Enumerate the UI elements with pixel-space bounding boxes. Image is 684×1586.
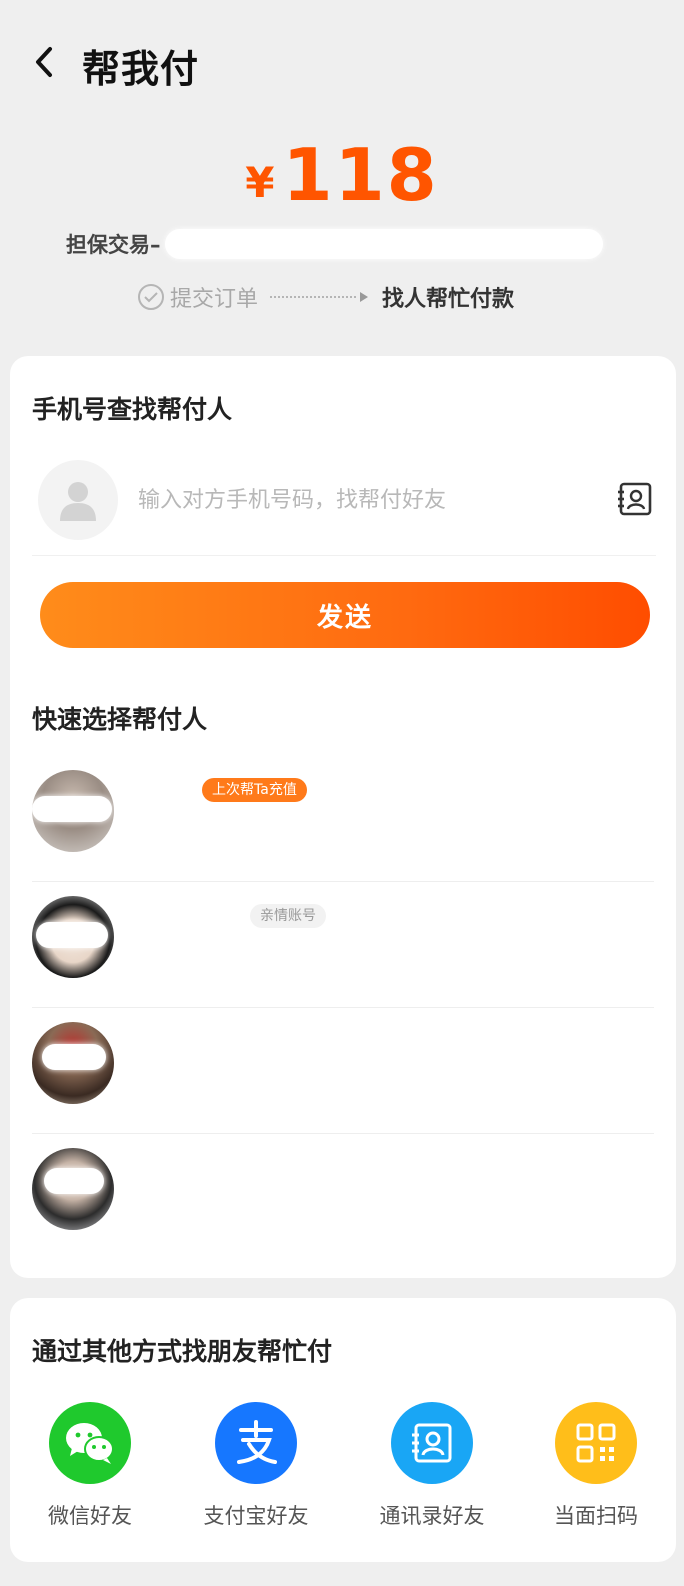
redacted-name: [140, 1032, 298, 1058]
address-book-icon: [618, 482, 652, 516]
other-methods-title: 通过其他方式找朋友帮忙付: [32, 1337, 333, 1366]
chevron-left-icon: [36, 47, 52, 77]
redacted-account: [128, 944, 212, 966]
redacted-name: [130, 780, 192, 806]
redacted-name: [140, 1158, 306, 1184]
currency-symbol: ¥: [245, 157, 275, 207]
share-wechat[interactable]: 微信好友: [20, 1402, 160, 1542]
other-methods-card: 通过其他方式找朋友帮忙付 微信好友 支付宝好友 通讯录好友 当面扫码: [10, 1298, 676, 1562]
friend-item[interactable]: [32, 1134, 654, 1260]
last-helped-badge: 上次帮Ta充值: [202, 778, 307, 802]
phone-input-row: [32, 456, 656, 556]
trade-description-text: 担保交易–: [66, 233, 161, 257]
redacted-text: [164, 229, 603, 259]
wechat-icon: [49, 1402, 131, 1484]
family-account-badge: 亲情账号: [250, 904, 326, 928]
page: 帮我付 ¥ 118 担保交易– 提交订单 找人帮忙付款 手机号查找帮付人 输入对…: [0, 0, 684, 1586]
progress-steps: 提交订单 找人帮忙付款: [138, 280, 514, 314]
send-button[interactable]: 发送: [40, 582, 650, 648]
step-find-payer: 找人帮忙付款: [382, 287, 515, 312]
check-circle-icon: [138, 284, 164, 310]
redacted-account: [140, 1196, 206, 1218]
header: 帮我付: [0, 0, 684, 130]
contacts-button[interactable]: [614, 478, 656, 520]
redacted-account: [130, 818, 206, 840]
trade-description: 担保交易–: [66, 226, 603, 262]
friend-item[interactable]: 上次帮Ta充值: [32, 756, 654, 882]
user-icon: [60, 482, 96, 521]
quick-select-title: 快速选择帮付人: [32, 705, 208, 734]
step-connector: [270, 296, 357, 298]
page-title: 帮我付: [82, 47, 200, 91]
redacted-name: [128, 906, 238, 932]
share-alipay[interactable]: 支付宝好友: [186, 1402, 326, 1542]
friend-list: 上次帮Ta充值 亲情账号: [10, 756, 676, 1260]
share-qr-code[interactable]: 当面扫码: [526, 1402, 666, 1542]
redacted-text: [42, 1044, 106, 1070]
redacted-text: [32, 796, 112, 822]
contacts-icon: [391, 1402, 473, 1484]
back-button[interactable]: [26, 40, 62, 84]
phone-search-title: 手机号查找帮付人: [32, 395, 233, 424]
share-label: 通讯录好友: [379, 1504, 485, 1528]
share-label: 支付宝好友: [203, 1504, 309, 1528]
share-options: 微信好友 支付宝好友 通讯录好友 当面扫码: [10, 1402, 676, 1542]
friend-item[interactable]: [32, 1008, 654, 1134]
redacted-text: [36, 922, 108, 948]
payer-card: 手机号查找帮付人 发送 快速选择帮付人: [10, 356, 676, 1278]
alipay-icon: [215, 1402, 297, 1484]
share-contacts[interactable]: 通讯录好友: [362, 1402, 502, 1542]
redacted-text: [44, 1168, 104, 1194]
arrow-right-icon: [360, 292, 369, 302]
qr-code-icon: [555, 1402, 637, 1484]
amount-row: ¥ 118: [0, 130, 684, 220]
friend-item[interactable]: 亲情账号: [32, 882, 654, 1008]
share-label: 当面扫码: [554, 1504, 638, 1528]
phone-number-input[interactable]: [136, 478, 576, 522]
step-submit-order: 提交订单: [170, 287, 259, 312]
redacted-account: [140, 1070, 206, 1092]
share-label: 微信好友: [48, 1504, 132, 1528]
avatar: [38, 460, 118, 540]
order-amount: 118: [282, 133, 439, 217]
